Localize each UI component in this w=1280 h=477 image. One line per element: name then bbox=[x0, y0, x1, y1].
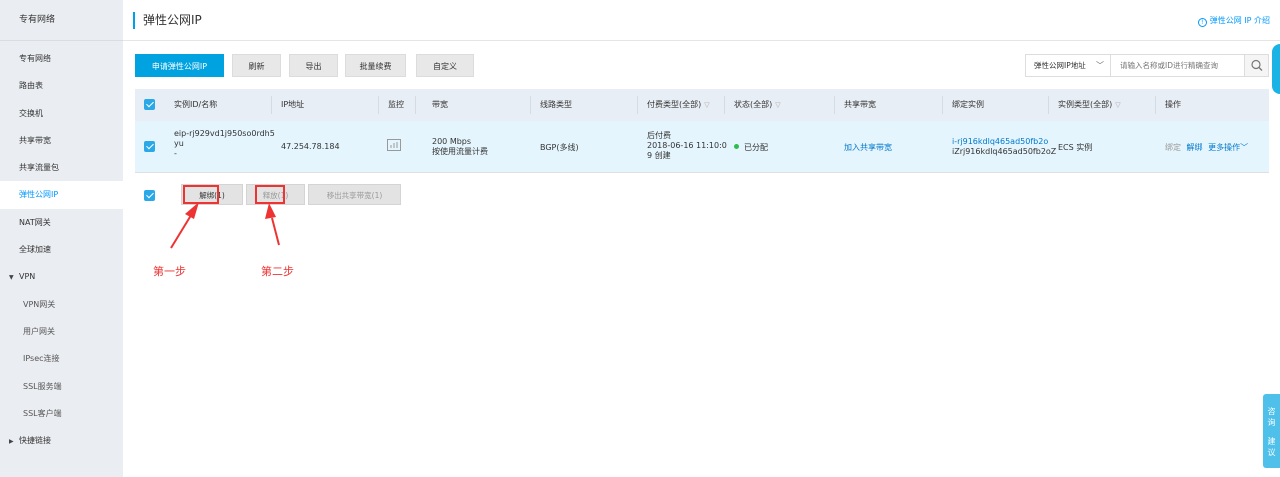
arrow-step1-icon bbox=[170, 202, 199, 249]
sidebar-group-shortcut-label: 快捷链接 bbox=[19, 436, 51, 446]
sidebar-item-vpc[interactable]: 专有网络 bbox=[0, 45, 123, 72]
sidebar-item-ssl-client[interactable]: SSL客户端 bbox=[0, 400, 123, 427]
consult-label: 咨询 bbox=[1267, 407, 1276, 427]
sidebar-item-route-table[interactable]: 路由表 bbox=[0, 72, 123, 99]
main-content: 弹性公网IP ! 弹性公网 IP 介绍 申请弹性公网IP 刷新 导出 批量续费 自… bbox=[123, 0, 1280, 477]
sidebar-item-nat[interactable]: NAT网关 bbox=[0, 209, 123, 236]
arrow-step2-icon bbox=[265, 203, 280, 246]
suggest-label: 建议 bbox=[1267, 437, 1276, 457]
help-sidebar[interactable]: 咨询 建议 bbox=[1263, 394, 1280, 468]
sidebar-item-vpn-gateway[interactable]: VPN网关 bbox=[0, 291, 123, 318]
sidebar-item-ssl-server[interactable]: SSL服务端 bbox=[0, 373, 123, 400]
sidebar-item-shared-traffic[interactable]: 共享流量包 bbox=[0, 154, 123, 181]
annotation-step2: 第二步 bbox=[261, 265, 294, 278]
sidebar-title: 专有网络 bbox=[0, 0, 123, 41]
sidebar-group-shortcut[interactable]: ▶ 快捷链接 bbox=[0, 427, 123, 454]
caret-down-icon: ▼ bbox=[9, 274, 14, 282]
sidebar-item-shared-bandwidth[interactable]: 共享带宽 bbox=[0, 127, 123, 154]
sidebar-group-vpn-label: VPN bbox=[19, 272, 36, 282]
sidebar-item-global-accel[interactable]: 全球加速 bbox=[0, 236, 123, 263]
sidebar: 专有网络 专有网络 路由表 交换机 共享带宽 共享流量包 弹性公网IP NAT网… bbox=[0, 0, 123, 477]
annotation-step1: 第一步 bbox=[153, 265, 186, 278]
annotation-arrows bbox=[170, 202, 280, 249]
sidebar-item-ipsec[interactable]: IPsec连接 bbox=[0, 345, 123, 372]
sidebar-item-eip[interactable]: 弹性公网IP bbox=[0, 181, 123, 209]
sidebar-item-vswitch[interactable]: 交换机 bbox=[0, 100, 123, 127]
floating-side-tab[interactable] bbox=[1272, 44, 1280, 94]
sidebar-group-vpn[interactable]: ▼ VPN bbox=[0, 263, 123, 290]
sidebar-item-customer-gateway[interactable]: 用户网关 bbox=[0, 318, 123, 345]
caret-right-icon: ▶ bbox=[9, 438, 14, 446]
